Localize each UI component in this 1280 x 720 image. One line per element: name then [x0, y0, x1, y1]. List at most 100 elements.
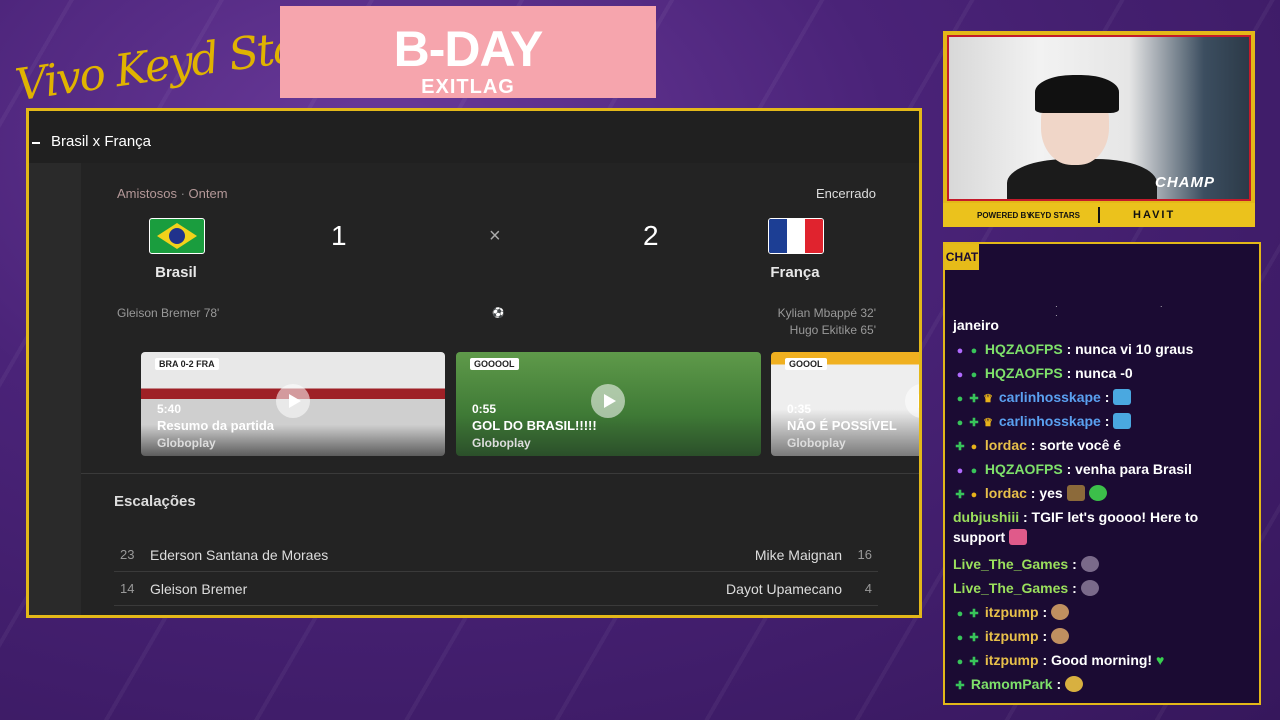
verified-badge-icon: ● — [970, 369, 978, 381]
streamer-video — [1007, 67, 1157, 199]
mic-badge-icon: ● — [956, 465, 964, 477]
home-player-name: Gleison Bremer — [150, 581, 248, 597]
divider — [81, 473, 919, 474]
keyd-stars-logo: KEYD STARS — [1029, 211, 1080, 220]
banner-title: B-DAY — [393, 21, 544, 77]
away-team-name[interactable]: França — [745, 264, 845, 281]
scoreboard-badge: GOOOL — [785, 358, 827, 370]
chat-username[interactable]: Live_The_Games — [953, 556, 1068, 572]
chat-message: ✚ ● lordac : sorte você é — [953, 435, 1253, 457]
france-flag-icon[interactable] — [768, 218, 824, 254]
away-scorer: Hugo Ekitike 65' — [789, 323, 876, 337]
video-caption: Resumo da partida — [157, 418, 275, 433]
video-source: Globoplay — [157, 436, 216, 450]
webcam-frame: CHAMP — [947, 35, 1251, 201]
video-thumbnail[interactable]: GOOOL 0:35 NÃO É POSSÍVEL Globoplay — [771, 352, 919, 456]
video-caption: NÃO É POSSÍVEL — [787, 418, 897, 433]
chat-message: ● ✚ ♛ carlinhosskape : — [953, 387, 1253, 409]
emote-icon — [1051, 604, 1069, 620]
chat-message: ● ✚ itzpump : — [953, 626, 1253, 648]
lineup-row[interactable]: 23 Ederson Santana de Moraes Mike Maigna… — [114, 539, 878, 572]
video-duration: 5:40 — [157, 402, 182, 416]
verified-badge-icon: ● — [970, 345, 978, 357]
play-icon[interactable] — [276, 384, 310, 418]
match-card: Amistosos · Ontem Encerrado Brasil 1 × 2… — [81, 163, 919, 615]
chat-username[interactable]: itzpump — [985, 604, 1039, 620]
chat-message: Live_The_Games : — [953, 554, 1253, 574]
lineup-row[interactable]: 14 Gleison Bremer Dayot Upamecano 4 — [114, 573, 878, 606]
away-player-number: 16 — [857, 547, 872, 562]
plus-badge-icon: ✚ — [955, 680, 965, 692]
chat-tab: CHAT — [945, 244, 979, 270]
chat-message: ✚ ● lordac : yes — [953, 483, 1253, 505]
emote-icon — [1113, 413, 1132, 429]
video-source: Globoplay — [472, 436, 531, 450]
chat-message: ● ● HQZAOFPS : nunca -0 — [953, 363, 1253, 385]
sponsor-divider — [1098, 207, 1100, 223]
emote-icon — [1051, 628, 1069, 644]
video-caption: GOL DO BRASIL!!!!! — [472, 418, 597, 433]
emote-icon — [1113, 389, 1132, 405]
chat-username[interactable]: itzpump — [985, 652, 1039, 668]
chat-message: ✚ RamomPark : — [953, 674, 1253, 696]
brazil-flag-icon[interactable] — [149, 218, 205, 254]
side-strip — [29, 163, 81, 615]
match-meta: Amistosos · Ontem — [117, 186, 228, 201]
video-thumbnail[interactable]: GOOOOL 0:55 GOL DO BRASIL!!!!! Globoplay — [456, 352, 761, 456]
chat-username[interactable]: dubjushiii — [953, 509, 1019, 525]
play-icon[interactable] — [905, 384, 919, 418]
message-text: janeiro — [953, 317, 999, 333]
chat-username[interactable]: lordac — [985, 437, 1027, 453]
play-icon[interactable] — [591, 384, 625, 418]
verified-badge-icon: ● — [956, 656, 964, 668]
chat-message: ● ✚ itzpump : — [953, 602, 1253, 624]
emote-icon — [1080, 556, 1099, 572]
chat-username[interactable]: itzpump — [985, 628, 1039, 644]
chat-username[interactable]: HQZAOFPS — [985, 365, 1063, 381]
chat-username[interactable]: RamomPark — [971, 676, 1053, 692]
video-source: Globoplay — [787, 436, 846, 450]
message-text: : — [1042, 628, 1048, 644]
plus-badge-icon: ✚ — [955, 441, 965, 453]
home-player-name: Ederson Santana de Moraes — [150, 547, 329, 563]
message-text: : venha para Brasil — [1066, 461, 1192, 477]
video-duration: 0:35 — [787, 402, 812, 416]
verified-badge-icon: ● — [956, 608, 964, 620]
message-text: : yes — [1030, 485, 1063, 501]
chat-username[interactable]: lordac — [985, 485, 1027, 501]
verified-badge-icon: ● — [956, 632, 964, 644]
away-player-name: Dayot Upamecano — [726, 581, 842, 597]
home-team-name[interactable]: Brasil — [126, 264, 226, 281]
match-header: Brasil x França — [29, 111, 919, 163]
message-text: : Good morning! — [1042, 652, 1153, 668]
chat-username[interactable]: carlinhosskape — [999, 389, 1101, 405]
home-player-number: 14 — [120, 581, 135, 596]
chat-message: ● ● HQZAOFPS : nunca vi 10 graus — [953, 339, 1253, 361]
home-scorer: Gleison Bremer 78' — [117, 306, 220, 320]
message-text: : — [1056, 676, 1062, 692]
video-thumbnail[interactable]: BRA 0-2 FRA 5:40 Resumo da partida Globo… — [141, 352, 445, 456]
banner-subtitle: EXITLAG — [421, 76, 515, 98]
webcam-overlay-text: CHAMP — [1155, 174, 1215, 191]
emote-icon — [1065, 676, 1084, 692]
plus-badge-icon: ✚ — [969, 656, 979, 668]
video-duration: 0:55 — [472, 402, 497, 416]
message-text: : nunca -0 — [1066, 365, 1133, 381]
competition-link[interactable]: Amistosos — [117, 186, 177, 201]
chat-message: ● ✚ ♛ carlinhosskape : — [953, 411, 1253, 433]
chat-panel: CHAT · · · janeiro ● ● HQZAOFPS : nunca v… — [943, 242, 1261, 705]
soccer-ball-icon: ⚽ — [492, 308, 505, 319]
sub-badge-icon: ● — [970, 489, 978, 501]
sponsor-bar: POWERED BY KEYD STARS HAVIT — [943, 203, 1255, 227]
away-player-number: 4 — [864, 581, 872, 596]
emote-icon — [1088, 485, 1107, 501]
away-scorer: Kylian Mbappé 32' — [777, 306, 876, 320]
chat-username[interactable]: Live_The_Games — [953, 580, 1068, 596]
scoreboard-badge: GOOOOL — [470, 358, 519, 370]
chat-username[interactable]: HQZAOFPS — [985, 341, 1063, 357]
chat-username[interactable]: HQZAOFPS — [985, 461, 1063, 477]
green-heart-icon: ♥ — [1155, 652, 1165, 668]
chat-message: ● ● HQZAOFPS : venha para Brasil — [953, 459, 1253, 481]
chat-username[interactable]: carlinhosskape — [999, 413, 1101, 429]
crown-badge-icon: ♛ — [983, 393, 993, 405]
